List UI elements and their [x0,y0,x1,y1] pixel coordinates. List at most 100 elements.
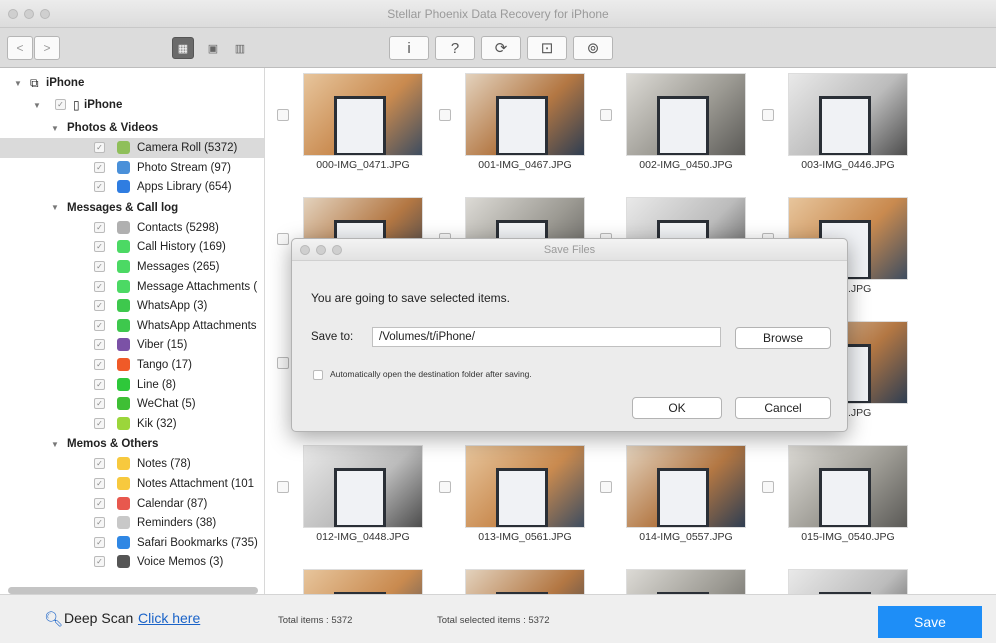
item-checkbox[interactable]: ✓ [94,517,105,529]
thumbnail-checkbox[interactable] [600,481,612,493]
tree-item-label: Messages (265) [137,261,220,273]
preview-view-button[interactable]: ▣ [202,37,224,59]
file-name-label: 012-IMG_0448.JPG [316,531,410,543]
disclosure-arrow-icon[interactable]: ▼ [51,203,59,212]
viber-icon [117,338,130,352]
photo-thumbnail[interactable] [303,73,423,156]
tree-item[interactable]: ✓ Reminders (38) [0,513,264,533]
refresh-button[interactable]: ⟳ [481,36,521,60]
auto-open-checkbox[interactable] [313,370,323,380]
back-button[interactable]: < [7,36,33,60]
item-checkbox[interactable]: ✓ [94,280,105,292]
photo-thumbnail[interactable] [788,73,908,156]
item-checkbox[interactable]: ✓ [94,458,105,470]
sidebar-horizontal-scrollbar[interactable] [8,587,258,594]
disclosure-arrow-icon[interactable]: ▼ [51,124,59,133]
sidebar-tree: ▼ ⧉ iPhone ▼ ✓ ▯ iPhone ▼ Photos & Videos… [0,68,265,594]
tree-item[interactable]: ✓ Kik (32) [0,414,264,434]
item-checkbox[interactable]: ✓ [94,536,105,548]
grid-view-button[interactable]: ▦ [172,37,194,59]
thumbnail-checkbox[interactable] [277,109,289,121]
list-view-button[interactable]: ▥ [228,37,252,59]
cancel-button[interactable]: Cancel [735,397,831,419]
item-checkbox[interactable]: ✓ [94,261,105,272]
thumbnail-checkbox[interactable] [277,233,289,245]
photo-thumbnail[interactable] [465,445,585,528]
disclosure-arrow-icon[interactable]: ▼ [33,101,41,110]
file-name-label: 003-IMG_0446.JPG [801,159,895,171]
photo-thumbnail[interactable] [303,569,423,594]
tree-group[interactable]: ▼ Messages & Call log [0,198,264,218]
item-checkbox[interactable]: ✓ [94,398,105,410]
item-checkbox[interactable]: ✓ [94,181,105,193]
help-button[interactable]: ? [435,36,475,60]
browse-button[interactable]: Browse [735,327,831,349]
thumbnail-checkbox[interactable] [762,109,774,121]
tree-device-iphone[interactable]: ▼ ✓ ▯ iPhone [0,95,264,115]
forward-button[interactable]: > [34,36,60,60]
tree-item[interactable]: ✓ Tango (17) [0,355,264,375]
item-checkbox[interactable]: ✓ [94,359,105,370]
tree-group[interactable]: ▼ Memos & Others [0,434,264,454]
tree-item[interactable]: ✓ Call History (169) [0,237,264,257]
tree-item[interactable]: ✓ WhatsApp (3) [0,296,264,316]
photo-thumbnail[interactable] [626,73,746,156]
tree-item[interactable]: ✓ Photo Stream (97) [0,158,264,178]
item-checkbox[interactable]: ✓ [94,221,105,233]
photo-thumbnail[interactable] [788,445,908,528]
click-here-link[interactable]: Click here [138,610,200,626]
tree-item[interactable]: ✓ WhatsApp Attachments [0,316,264,336]
save-path-input[interactable]: /Volumes/t/iPhone/ [372,327,721,347]
tree-item[interactable]: ✓ Viber (15) [0,335,264,355]
item-checkbox[interactable]: ✓ [94,417,105,429]
photo-thumbnail[interactable] [465,569,585,594]
thumbnail-checkbox[interactable] [277,481,289,493]
disclosure-arrow-icon[interactable]: ▼ [51,440,59,449]
item-checkbox[interactable]: ✓ [94,339,105,351]
tree-item[interactable]: ✓ Voice Memos (3) [0,552,264,572]
item-checkbox[interactable]: ✓ [94,378,105,390]
item-checkbox[interactable]: ✓ [94,241,105,253]
tree-item[interactable]: ✓ Message Attachments ( [0,277,264,297]
tree-item[interactable]: ✓ Notes Attachment (101 [0,474,264,494]
save-button[interactable]: Save [878,606,982,638]
photo-thumbnail[interactable] [465,73,585,156]
tree-item[interactable]: ✓ Safari Bookmarks (735) [0,533,264,553]
user-button[interactable]: ⊚ [573,36,613,60]
item-checkbox[interactable]: ✓ [94,497,105,509]
cart-button[interactable]: ⊡ [527,36,567,60]
device-checkbox[interactable]: ✓ [55,99,66,110]
item-checkbox[interactable]: ✓ [94,319,105,331]
user-icon: ⊚ [586,40,600,57]
tree-item[interactable]: ✓ Apps Library (654) [0,177,264,197]
item-checkbox[interactable]: ✓ [94,161,105,173]
tree-item[interactable]: ✓ WeChat (5) [0,394,264,414]
info-button[interactable]: i [389,36,429,60]
file-name-label: 000-IMG_0471.JPG [316,159,410,171]
ok-button[interactable]: OK [632,397,722,419]
thumbnail-checkbox[interactable] [600,109,612,121]
thumbnail-checkbox[interactable] [762,481,774,493]
item-checkbox[interactable]: ✓ [94,478,105,489]
item-checkbox[interactable]: ✓ [94,300,105,312]
thumbnail-checkbox[interactable] [439,109,451,121]
tree-item[interactable]: ✓ Calendar (87) [0,494,264,514]
tree-item[interactable]: ✓ Line (8) [0,375,264,395]
photo-thumbnail[interactable] [788,569,908,594]
tree-item[interactable]: ✓ Contacts (5298) [0,218,264,238]
tree-item[interactable]: ✓ Camera Roll (5372) [0,138,264,158]
tree-item[interactable]: ✓ Messages (265) [0,257,264,277]
photo-thumbnail[interactable] [303,445,423,528]
photo-thumbnail[interactable] [626,445,746,528]
tree-root-iphone[interactable]: ▼ ⧉ iPhone [0,73,264,93]
file-name-label: 002-IMG_0450.JPG [639,159,733,171]
tree-item[interactable]: ✓ Notes (78) [0,454,264,474]
photo-thumbnail[interactable] [626,569,746,594]
thumbnail-checkbox[interactable] [277,357,289,369]
tree-group[interactable]: ▼ Photos & Videos [0,118,264,138]
thumbnail-checkbox[interactable] [439,481,451,493]
item-checkbox[interactable]: ✓ [94,556,105,568]
help-icon: ? [450,39,460,57]
item-checkbox[interactable]: ✓ [94,142,105,153]
disclosure-arrow-icon[interactable]: ▼ [14,79,22,88]
